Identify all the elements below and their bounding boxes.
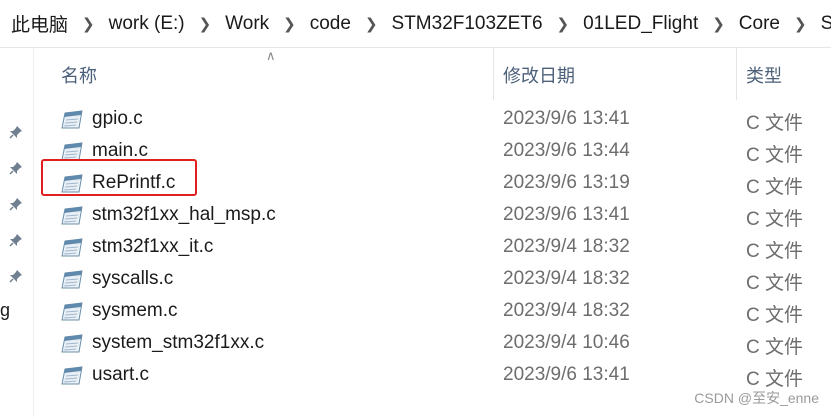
file-name: usart.c [92,364,150,385]
chevron-right-icon[interactable]: ❯ [365,15,378,33]
breadcrumb-project[interactable]: STM32F103ZET6 [389,11,546,37]
c-file-icon [61,238,83,257]
navigation-pane [0,48,34,417]
file-type: C 文件 [746,337,804,358]
breadcrumb-drive-e[interactable]: work (E:) [106,11,188,37]
pin-icon[interactable] [9,161,23,175]
file-name: gpio.c [92,108,143,129]
sort-ascending-icon: ∧ [266,48,276,63]
breadcrumb-subproject[interactable]: 01LED_Flight [580,11,701,37]
file-modified-date: 2023/9/6 13:41 [503,108,630,129]
file-name: stm32f1xx_it.c [92,236,214,257]
file-name: system_stm32f1xx.c [92,332,265,353]
chevron-right-icon[interactable]: ❯ [557,15,570,33]
file-type: C 文件 [746,273,804,294]
breadcrumb-code[interactable]: code [307,11,354,37]
pin-icon[interactable] [9,269,23,283]
highlight-box [41,159,197,196]
file-row[interactable]: system_stm32f1xx.c 2023/9/4 10:46 C 文件 [33,327,831,359]
file-name: sysmem.c [92,300,178,321]
c-file-icon [61,302,83,321]
file-modified-date: 2023/9/6 13:41 [503,204,630,225]
file-type: C 文件 [746,177,804,198]
file-type: C 文件 [746,113,804,134]
chevron-right-icon[interactable]: ❯ [199,15,212,33]
breadcrumb-this-pc[interactable]: 此电脑 [8,8,71,39]
breadcrumb-src[interactable]: Src [818,11,831,37]
file-type: C 文件 [746,369,804,390]
column-header-name[interactable]: 名称 [61,62,97,88]
c-file-icon [61,334,83,353]
file-type: C 文件 [746,305,804,326]
file-modified-date: 2023/9/4 18:32 [503,236,630,257]
column-divider[interactable] [736,48,737,100]
file-row[interactable]: stm32f1xx_hal_msp.c 2023/9/6 13:41 C 文件 [33,199,831,231]
c-file-icon [61,110,83,129]
file-row[interactable]: usart.c 2023/9/6 13:41 C 文件 [33,359,831,391]
column-header-modified[interactable]: 修改日期 [503,62,575,88]
file-row[interactable]: gpio.c 2023/9/6 13:41 C 文件 [33,103,831,135]
file-modified-date: 2023/9/6 13:44 [503,140,630,161]
breadcrumb-work[interactable]: Work [222,11,272,37]
file-modified-date: 2023/9/6 13:41 [503,364,630,385]
chevron-right-icon[interactable]: ❯ [794,15,807,33]
column-header-row: ∧ 名称 修改日期 类型 [33,48,831,100]
file-row[interactable]: syscalls.c 2023/9/4 18:32 C 文件 [33,263,831,295]
pin-icon[interactable] [9,197,23,211]
pin-icon[interactable] [9,125,23,139]
chevron-right-icon[interactable]: ❯ [283,15,296,33]
file-modified-date: 2023/9/6 13:19 [503,172,630,193]
file-modified-date: 2023/9/4 18:32 [503,300,630,321]
file-row[interactable]: stm32f1xx_it.c 2023/9/4 18:32 C 文件 [33,231,831,263]
c-file-icon [61,270,83,289]
breadcrumb-core[interactable]: Core [736,11,783,37]
nav-item-cutoff-label[interactable]: g [0,300,10,321]
file-type: C 文件 [746,241,804,262]
file-modified-date: 2023/9/4 10:46 [503,332,630,353]
column-header-type[interactable]: 类型 [746,62,782,88]
file-row[interactable]: sysmem.c 2023/9/4 18:32 C 文件 [33,295,831,327]
chevron-right-icon[interactable]: ❯ [82,15,95,33]
file-type: C 文件 [746,209,804,230]
file-name: stm32f1xx_hal_msp.c [92,204,276,225]
file-name: syscalls.c [92,268,174,289]
watermark: CSDN @至安_enne [694,390,819,406]
c-file-icon [61,206,83,225]
file-modified-date: 2023/9/4 18:32 [503,268,630,289]
file-type: C 文件 [746,145,804,166]
column-divider[interactable] [493,48,494,100]
breadcrumb: 此电脑 ❯ work (E:) ❯ Work ❯ code ❯ STM32F10… [0,0,831,48]
c-file-icon [61,366,83,385]
pin-icon[interactable] [9,233,23,247]
chevron-right-icon[interactable]: ❯ [712,15,725,33]
